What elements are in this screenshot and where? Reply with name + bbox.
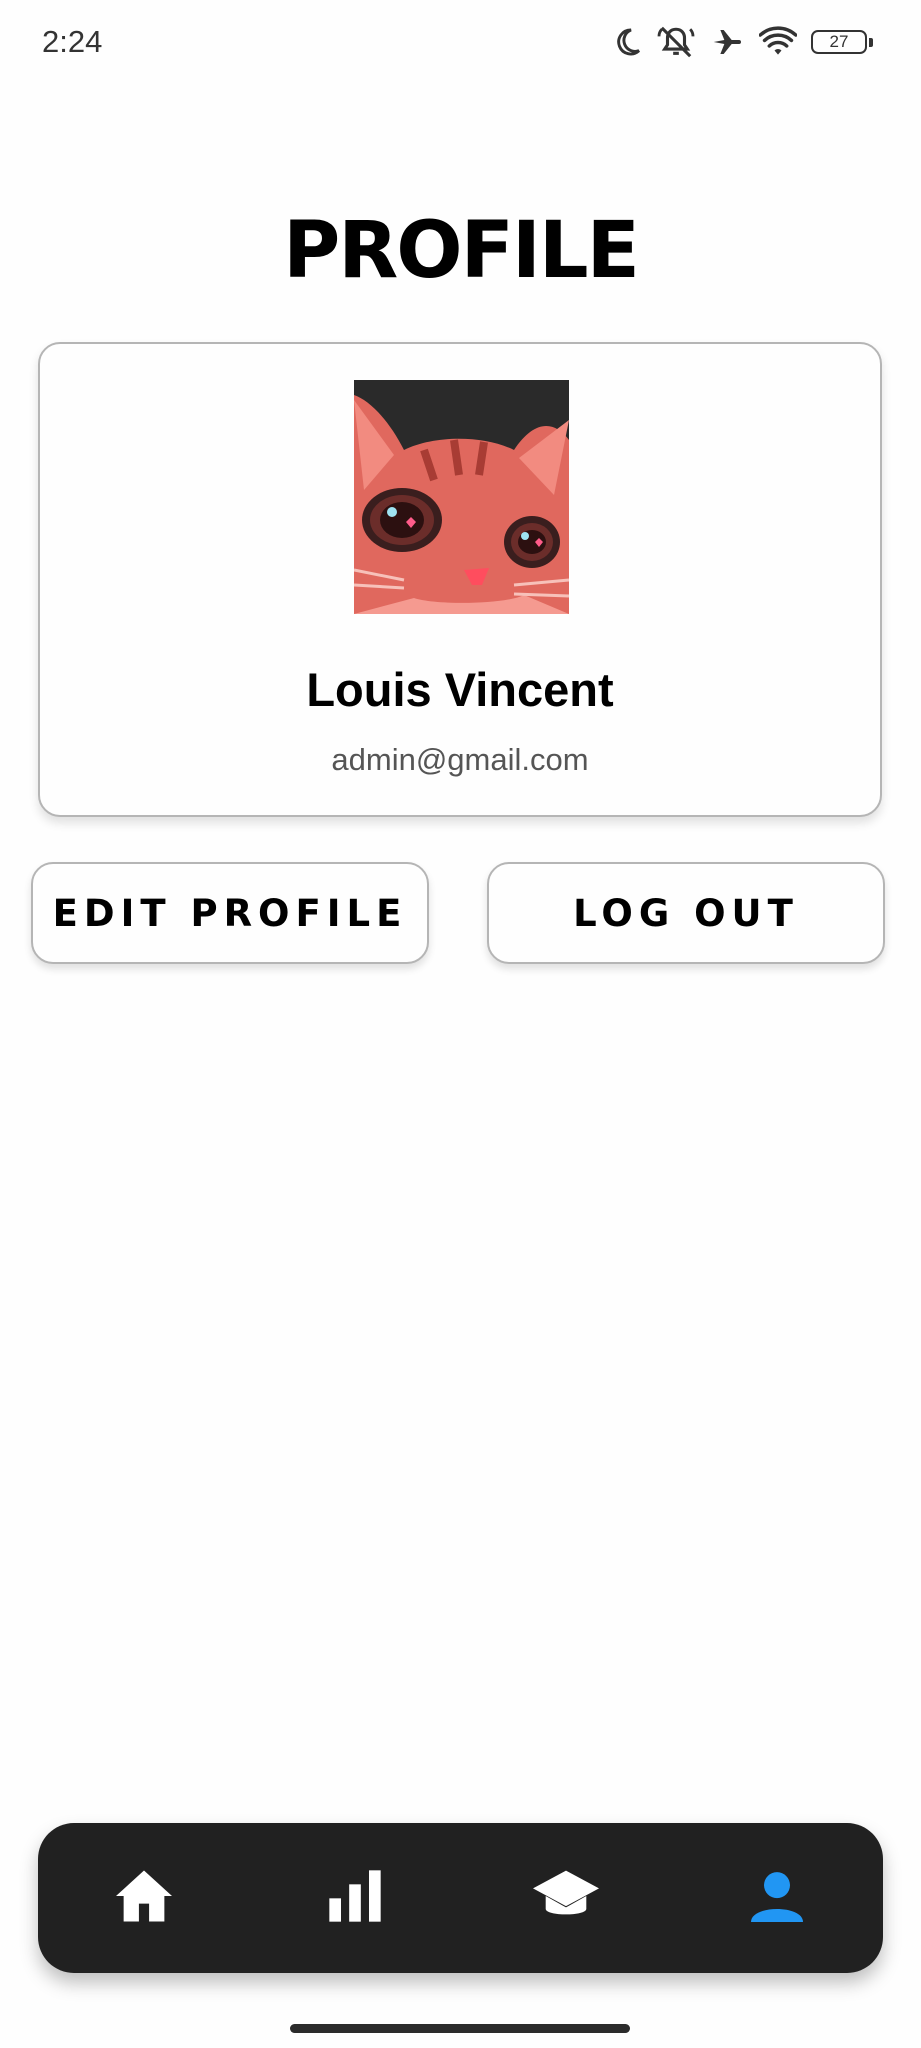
profile-card: Louis Vincent admin@gmail.com <box>38 342 882 817</box>
page-title: PROFILE <box>283 206 640 296</box>
airplane-icon <box>709 26 745 58</box>
person-icon <box>751 1870 804 1927</box>
home-icon <box>113 1868 175 1929</box>
cat-avatar-image <box>354 380 569 614</box>
bell-off-icon <box>657 25 695 59</box>
graduation-cap-icon <box>533 1868 600 1929</box>
nav-item-learn[interactable] <box>506 1838 626 1958</box>
avatar <box>354 380 569 614</box>
user-email: admin@gmail.com <box>331 742 589 777</box>
status-time: 2:24 <box>42 24 103 59</box>
moon-icon <box>611 26 643 58</box>
status-bar: 2:24 27 <box>0 0 921 86</box>
user-name: Louis Vincent <box>306 663 614 716</box>
nav-item-stats[interactable] <box>295 1838 415 1958</box>
wifi-icon <box>759 26 797 58</box>
home-indicator[interactable] <box>290 2024 630 2033</box>
nav-item-home[interactable] <box>84 1838 204 1958</box>
bar-chart-icon <box>326 1868 384 1929</box>
battery-icon: 27 <box>811 30 873 54</box>
bottom-nav <box>38 1823 883 1973</box>
status-icons: 27 <box>611 22 873 62</box>
edit-profile-button[interactable]: EDIT PROFILE <box>31 862 429 964</box>
nav-item-profile[interactable] <box>717 1838 837 1958</box>
log-out-button[interactable]: LOG OUT <box>487 862 885 964</box>
